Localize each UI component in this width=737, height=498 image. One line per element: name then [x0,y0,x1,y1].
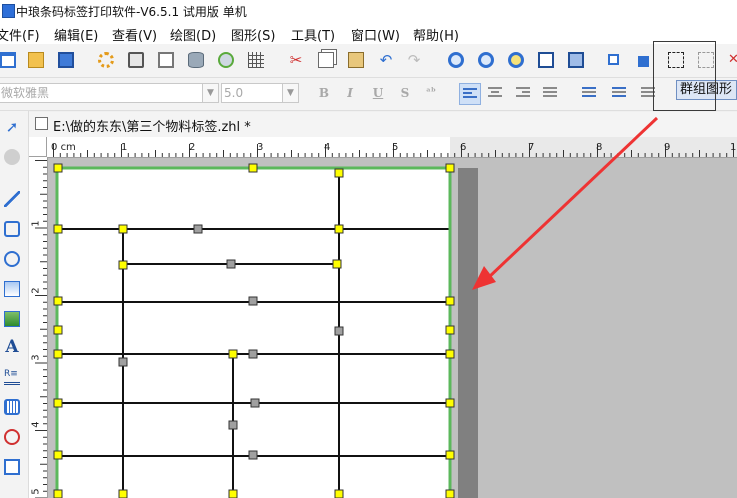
resize-handle[interactable] [445,296,455,306]
resize-handle[interactable] [53,349,63,359]
resize-handle[interactable] [445,398,455,408]
canvas-overlay [35,116,734,498]
resize-handle[interactable] [53,398,63,408]
midpoint-handle[interactable] [228,420,238,430]
resize-handle[interactable] [118,224,128,234]
midpoint-handle[interactable] [193,224,203,234]
resize-handle[interactable] [445,489,455,498]
resize-handle[interactable] [228,349,238,359]
midpoint-handle[interactable] [118,357,128,367]
ruler-h-label: 4 [324,142,331,153]
resize-handle[interactable] [118,489,128,498]
ruler-h-label: 7 [528,142,535,153]
resize-handle[interactable] [445,325,455,335]
resize-handle[interactable] [118,260,128,270]
ruler-h-label: 0 cm [51,142,76,153]
resize-handle[interactable] [53,450,63,460]
annotation-arrow [472,116,659,290]
resize-handle[interactable] [53,224,63,234]
ruler-h-label: 6 [460,142,467,153]
resize-handle[interactable] [445,450,455,460]
ruler-h-label: 9 [664,142,671,153]
resize-handle[interactable] [334,489,344,498]
ruler-h-label: 1 [121,142,128,153]
midpoint-handle[interactable] [250,398,260,408]
ruler-v-label: 4 [30,421,42,428]
midpoint-handle[interactable] [248,450,258,460]
midpoint-handle[interactable] [226,259,236,269]
ruler-v-label: 1 [30,220,42,227]
resize-handle[interactable] [334,168,344,178]
resize-handle[interactable] [53,489,63,498]
ruler-h-label: 5 [392,142,399,153]
ruler-v-label: 5 [30,488,42,495]
selection-handles[interactable] [53,163,455,498]
resize-handle[interactable] [334,224,344,234]
resize-handle[interactable] [53,325,63,335]
ruler-h-label: 10 [730,142,737,153]
resize-handle[interactable] [445,349,455,359]
resize-handle[interactable] [228,489,238,498]
resize-handle[interactable] [332,259,342,269]
midpoint-handle[interactable] [248,296,258,306]
resize-handle[interactable] [445,163,455,173]
resize-handle[interactable] [53,163,63,173]
group-selection-outline[interactable] [55,166,452,498]
ruler-h-label: 3 [257,142,264,153]
resize-handle[interactable] [53,296,63,306]
ruler-h-label: 8 [596,142,603,153]
midpoint-handle[interactable] [248,349,258,359]
ruler-ticks [35,144,734,498]
ruler-v-label: 3 [30,354,42,361]
ruler-h-label: 2 [189,142,196,153]
ruler-v-label: 2 [30,287,42,294]
resize-handle[interactable] [248,163,258,173]
midpoint-handle[interactable] [334,326,344,336]
table-lines[interactable] [58,168,451,498]
